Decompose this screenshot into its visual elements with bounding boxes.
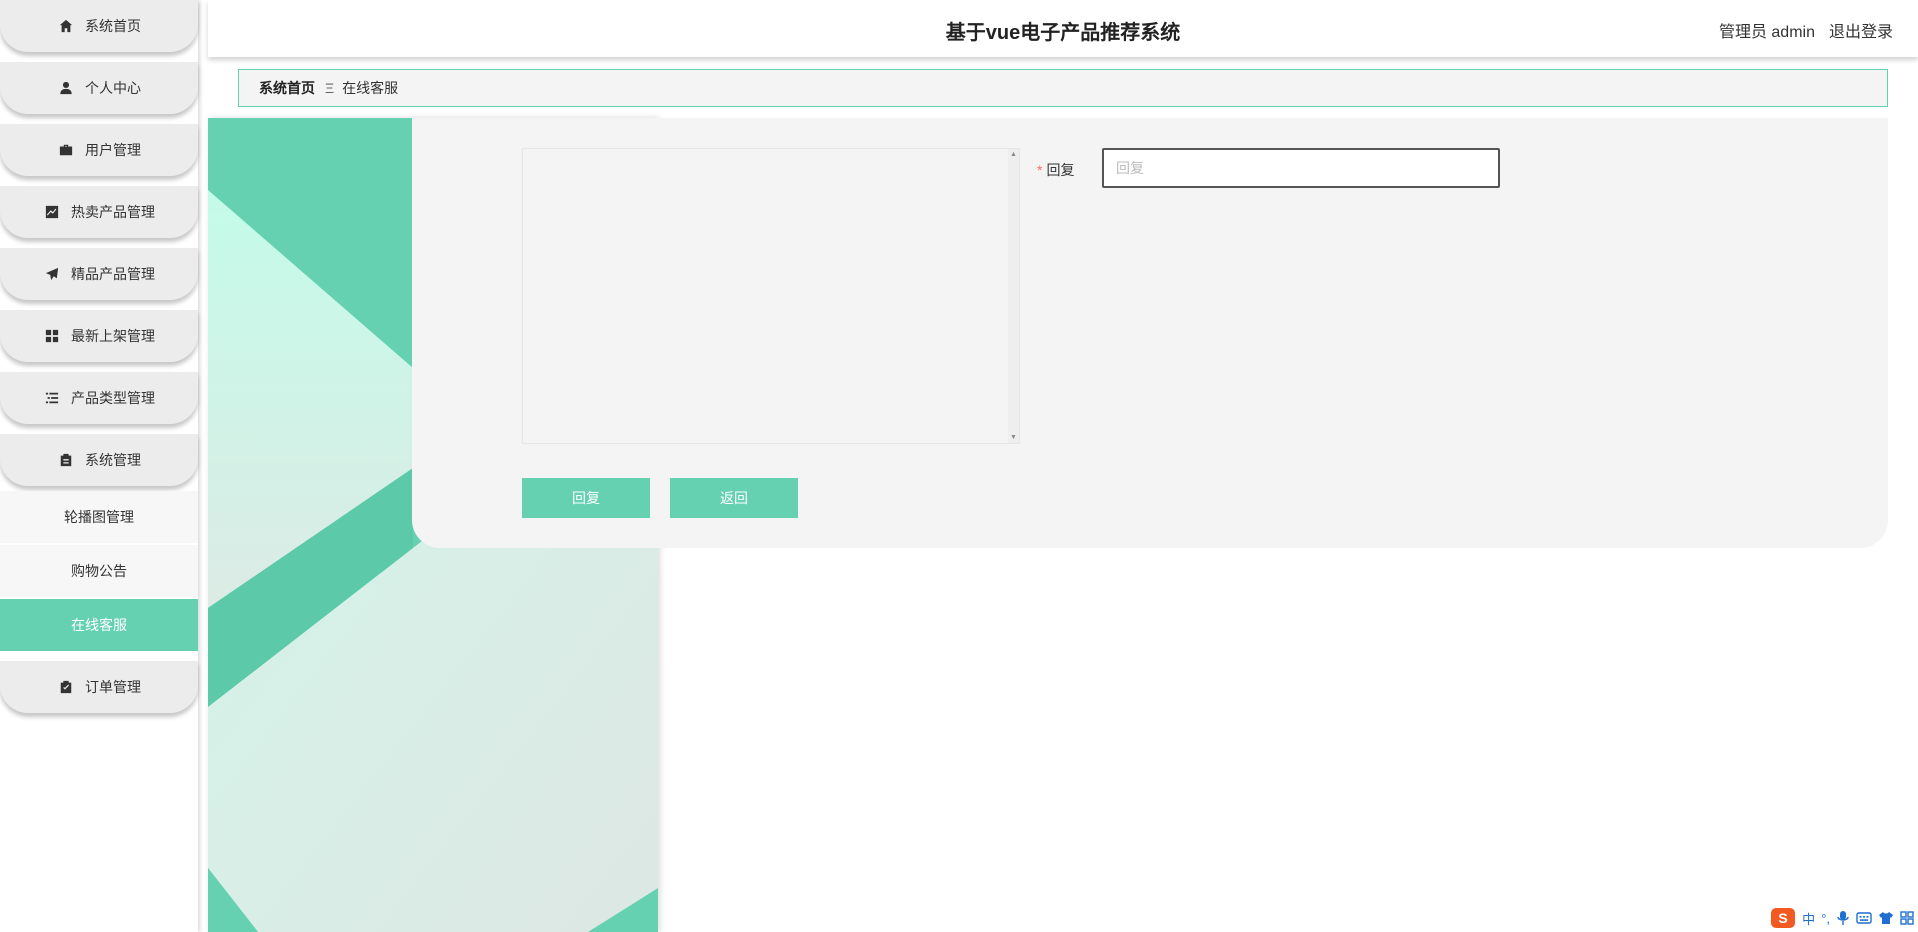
- breadcrumb: 系统首页 Ξ 在线客服: [238, 69, 1888, 107]
- sidebar-item-label: 系统首页: [85, 18, 141, 34]
- microphone-icon[interactable]: [1836, 910, 1850, 926]
- top-header: 基于vue电子产品推荐系统 管理员 admin 退出登录: [208, 0, 1918, 57]
- list-icon: [43, 389, 61, 407]
- scroll-up-arrow-icon[interactable]: ▲: [1008, 149, 1019, 160]
- breadcrumb-separator: Ξ: [325, 80, 335, 96]
- sidebar-item-label: 最新上架管理: [71, 328, 155, 344]
- sidebar-item-label: 热卖产品管理: [71, 204, 155, 220]
- sidebar: 系统首页 个人中心 用户管理 热卖产品管理 精品产品管理 最新上架管理 产品类型…: [0, 0, 198, 932]
- breadcrumb-current: 在线客服: [342, 80, 399, 96]
- svg-text:S: S: [1779, 910, 1788, 926]
- breadcrumb-home[interactable]: 系统首页: [259, 78, 315, 98]
- sidebar-item-label: 个人中心: [85, 80, 141, 96]
- skin-shirt-icon[interactable]: [1878, 911, 1894, 925]
- paper-plane-icon: [43, 265, 61, 283]
- sidebar-subitem-announcement[interactable]: 购物公告: [0, 545, 198, 597]
- punctuation-mode-label[interactable]: °,: [1821, 911, 1830, 926]
- logout-link[interactable]: 退出登录: [1829, 24, 1893, 41]
- sidebar-item-new-arrivals[interactable]: 最新上架管理: [0, 310, 198, 362]
- reply-label: * 回复: [1037, 160, 1074, 180]
- sidebar-item-product-types[interactable]: 产品类型管理: [0, 372, 198, 424]
- user-area: 管理员 admin 退出登录: [1705, 18, 1893, 42]
- sogou-logo-icon[interactable]: S: [1770, 907, 1796, 929]
- sidebar-item-home[interactable]: 系统首页: [0, 0, 198, 52]
- sidebar-item-profile[interactable]: 个人中心: [0, 62, 198, 114]
- user-icon: [57, 79, 75, 97]
- sidebar-subitem-label: 在线客服: [71, 617, 127, 633]
- sidebar-item-orders[interactable]: 订单管理: [0, 661, 198, 713]
- app-title: 基于vue电子产品推荐系统: [945, 22, 1181, 44]
- sidebar-item-label: 产品类型管理: [71, 390, 155, 406]
- sidebar-subitem-carousel[interactable]: 轮播图管理: [0, 491, 198, 543]
- reply-input[interactable]: [1102, 148, 1500, 188]
- briefcase-icon: [57, 141, 75, 159]
- sidebar-item-hot-products[interactable]: 热卖产品管理: [0, 186, 198, 238]
- required-mark: *: [1037, 162, 1043, 178]
- home-icon: [57, 17, 75, 35]
- submit-reply-button[interactable]: 回复: [522, 478, 650, 518]
- keyboard-icon[interactable]: [1856, 911, 1872, 925]
- sidebar-item-label: 系统管理: [85, 452, 141, 468]
- textarea-scrollbar[interactable]: ▲ ▼: [1008, 149, 1019, 443]
- sidebar-item-label: 用户管理: [85, 142, 141, 158]
- scroll-down-arrow-icon[interactable]: ▼: [1008, 432, 1019, 443]
- grid-icon: [43, 327, 61, 345]
- sidebar-item-premium-products[interactable]: 精品产品管理: [0, 248, 198, 300]
- reply-form-card: ▲ ▼ *回复 回复 返回: [412, 118, 1888, 548]
- sidebar-subitem-label: 购物公告: [71, 563, 127, 579]
- clipboard-icon: [57, 451, 75, 469]
- sidebar-item-label: 精品产品管理: [71, 266, 155, 282]
- sidebar-subitem-label: 轮播图管理: [64, 509, 134, 525]
- sidebar-item-label: 订单管理: [85, 679, 141, 695]
- sidebar-subitem-online-service[interactable]: 在线客服: [0, 599, 198, 651]
- back-button[interactable]: 返回: [670, 478, 798, 518]
- toolbox-grid-icon[interactable]: [1900, 911, 1914, 925]
- ime-tray: S 中 °,: [1764, 906, 1914, 930]
- chat-history-textarea[interactable]: [522, 148, 1020, 444]
- ime-mode-label[interactable]: 中: [1802, 909, 1815, 928]
- user-label: 管理员 admin: [1718, 24, 1815, 41]
- clipboard-check-icon: [57, 678, 75, 696]
- sidebar-item-system[interactable]: 系统管理: [0, 434, 198, 486]
- trend-chart-icon: [43, 203, 61, 221]
- sidebar-item-users[interactable]: 用户管理: [0, 124, 198, 176]
- reply-label-text: 回复: [1046, 162, 1075, 178]
